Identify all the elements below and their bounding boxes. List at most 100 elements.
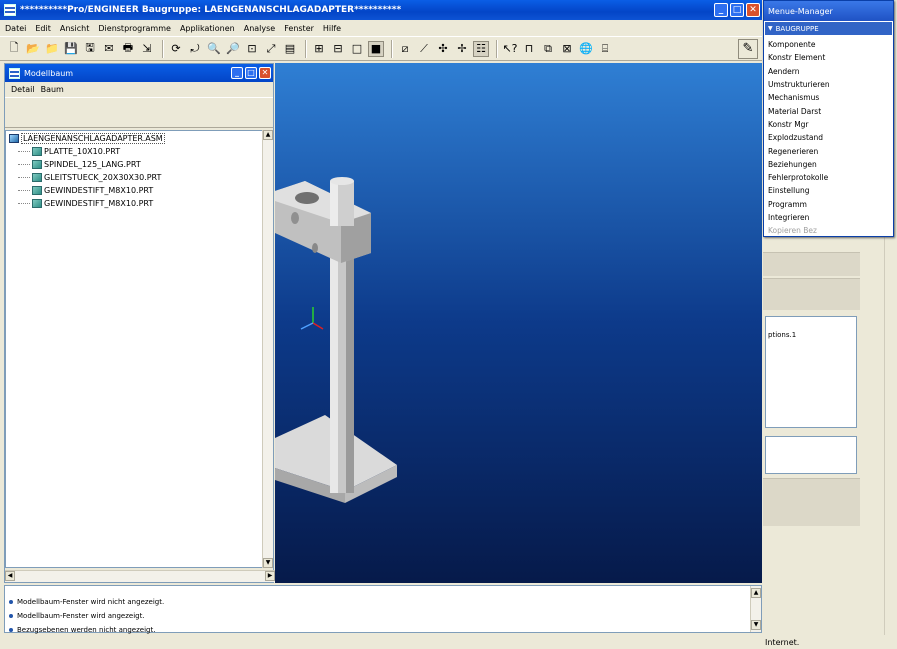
info-bullet-icon [9,614,13,618]
csys-icon[interactable]: ✢ [454,41,470,57]
tree-maximize-button[interactable]: □ [245,67,257,79]
menu-item-programm[interactable]: Programm [764,198,893,211]
zoom-in-icon[interactable]: 🔍 [206,41,222,57]
web-icon[interactable]: 🌐 [578,41,594,57]
menu-edit[interactable]: Edit [35,24,51,33]
menu-item-konstr-element[interactable]: Konstr Element [764,51,893,64]
tree-menu-baum[interactable]: Baum [41,85,64,94]
menu-datei[interactable]: Datei [5,24,26,33]
background-window-panel: ptions.1 [763,238,860,526]
zoom-out-icon[interactable]: 🔎 [225,41,241,57]
shading-icon[interactable]: ■ [368,40,384,57]
tree-item[interactable]: PLATTE_10X10.PRT [6,145,262,158]
scroll-down-icon[interactable]: ▼ [263,558,273,568]
model-tree-list: LAENGENANSCHLAGADAPTER.ASM PLATTE_10X10.… [5,130,263,568]
menu-analyse[interactable]: Analyse [244,24,276,33]
scroll-down-icon[interactable]: ▼ [751,620,761,630]
tree-item-label: SPINDEL_125_LANG.PRT [44,160,141,169]
menu-item-einstellung[interactable]: Einstellung [764,184,893,197]
menu-item-komponente[interactable]: Komponente [764,38,893,51]
status-text: Internet. [765,638,800,647]
app-menu-icon[interactable] [4,4,16,16]
menu-header-label: BAUGRUPPE [775,24,819,33]
saved-views-icon[interactable]: ▤ [282,41,298,57]
open-folder-tools-icon[interactable]: 📁 [44,41,60,57]
tree-horizontal-scrollbar[interactable]: ◀ ▶ [5,570,275,582]
hidden-line-icon[interactable]: ⊟ [330,41,346,57]
datum-points-icon[interactable]: ✣ [435,41,451,57]
menu-applikationen[interactable]: Applikationen [180,24,235,33]
menu-item-fehlerprotokolle[interactable]: Fehlerprotokolle [764,171,893,184]
window-icon[interactable]: ⊓ [521,41,537,57]
menu-item-mechanismus[interactable]: Mechanismus [764,91,893,104]
wireframe-icon[interactable]: ⊞ [311,41,327,57]
info-icon[interactable]: ⌸ [597,41,613,57]
main-toolbar: 🗋 📂 📁 💾 🖫 ✉ 🖶 ⇲ ⟳ ⤾ 🔍 🔎 ⊡ ⤢ ▤ ⊞ ⊟ □ ■ ⧄ … [0,37,762,61]
panel-textbox[interactable]: ptions.1 [765,316,857,428]
collapse-triangle-icon[interactable]: ▼ [768,25,773,32]
tree-item[interactable]: SPINDEL_125_LANG.PRT [6,158,262,171]
tree-item[interactable]: GEWINDESTIFT_M8X10.PRT [6,184,262,197]
spin-center-icon[interactable]: ⤾ [187,41,203,57]
tree-menu-detail[interactable]: Detail [11,85,35,94]
tree-minimize-button[interactable]: _ [231,67,243,79]
datum-planes-icon[interactable]: ⧄ [397,41,413,57]
menu-item-aendern[interactable]: Aendern [764,65,893,78]
no-hidden-icon[interactable]: □ [349,41,365,57]
panel-textbox[interactable] [765,436,857,474]
save-icon[interactable]: 💾 [63,41,79,57]
print-icon[interactable]: 🖶 [120,41,136,57]
message-scrollbar[interactable]: ▲ ▼ [750,586,761,632]
menu-item-explodzustand[interactable]: Explodzustand [764,131,893,144]
menu-dienstprogramme[interactable]: Dienstprogramme [98,24,171,33]
menu-ansicht[interactable]: Ansicht [60,24,90,33]
tree-item[interactable]: GLEITSTUECK_20X30X30.PRT [6,171,262,184]
menu-manager-titlebar: Menue-Manager [764,1,893,21]
menu-hilfe[interactable]: Hilfe [323,24,341,33]
toolbar-separator [305,39,307,58]
email-icon[interactable]: ✉ [101,41,117,57]
menu-item-kopieren-bez: Kopieren Bez [768,226,817,236]
assembly-icon [9,134,19,143]
open-folder-icon[interactable]: 📂 [25,41,41,57]
menu-fenster[interactable]: Fenster [284,24,314,33]
new-file-icon[interactable]: 🗋 [6,41,22,57]
menu-header-baugruppe[interactable]: ▼ BAUGRUPPE [765,22,892,35]
export-icon[interactable]: ⇲ [139,41,155,57]
part-icon [32,147,42,156]
menu-item-konstr-mgr[interactable]: Konstr Mgr [764,118,893,131]
menu-item-umstrukturieren[interactable]: Umstrukturieren [764,78,893,91]
scroll-right-icon[interactable]: ▶ [265,571,275,581]
tree-item-root[interactable]: LAENGENANSCHLAGADAPTER.ASM [6,132,262,145]
menu-item-regenerieren[interactable]: Regenerieren [764,144,893,157]
panel-text: ptions.1 [768,331,797,339]
save-copy-icon[interactable]: 🖫 [82,41,98,57]
datum-axes-icon[interactable]: ⟋ [416,41,432,57]
tree-close-button[interactable]: ✕ [259,67,271,79]
pencil-icon[interactable]: ✎ [738,38,758,59]
refit-icon[interactable]: ⊡ [244,41,260,57]
tree-menu-icon[interactable] [9,67,20,79]
menu-item-material-darst[interactable]: Material Darst [764,104,893,117]
minimize-button[interactable]: _ [714,3,728,17]
reorient-icon[interactable]: ⤢ [263,41,279,57]
assembly-model [275,177,397,503]
menu-item-integrieren[interactable]: Integrieren [764,211,893,224]
graphics-viewport[interactable] [275,63,762,583]
tree-vertical-scrollbar[interactable]: ▲ ▼ [262,130,273,568]
activate-window-icon[interactable]: ⧉ [540,41,556,57]
scroll-up-icon[interactable]: ▲ [263,130,273,140]
scroll-up-icon[interactable]: ▲ [751,588,761,598]
message-line: Bezugsebenen werden nicht angezeigt. [5,624,761,636]
main-menubar: Datei Edit Ansicht Dienstprogramme Appli… [0,20,762,37]
context-help-icon[interactable]: ↖? [502,41,518,57]
close-button[interactable]: ✕ [746,3,760,17]
tree-item[interactable]: GEWINDESTIFT_M8X10.PRT [6,197,262,210]
maximize-button[interactable]: □ [730,3,744,17]
model-tree-icon[interactable]: ☷ [473,40,489,57]
repaint-icon[interactable]: ⟳ [168,41,184,57]
menu-item-beziehungen[interactable]: Beziehungen [764,158,893,171]
message-text: Modellbaum-Fenster wird angezeigt. [17,612,145,620]
scroll-left-icon[interactable]: ◀ [5,571,15,581]
close-window-icon[interactable]: ⊠ [559,41,575,57]
